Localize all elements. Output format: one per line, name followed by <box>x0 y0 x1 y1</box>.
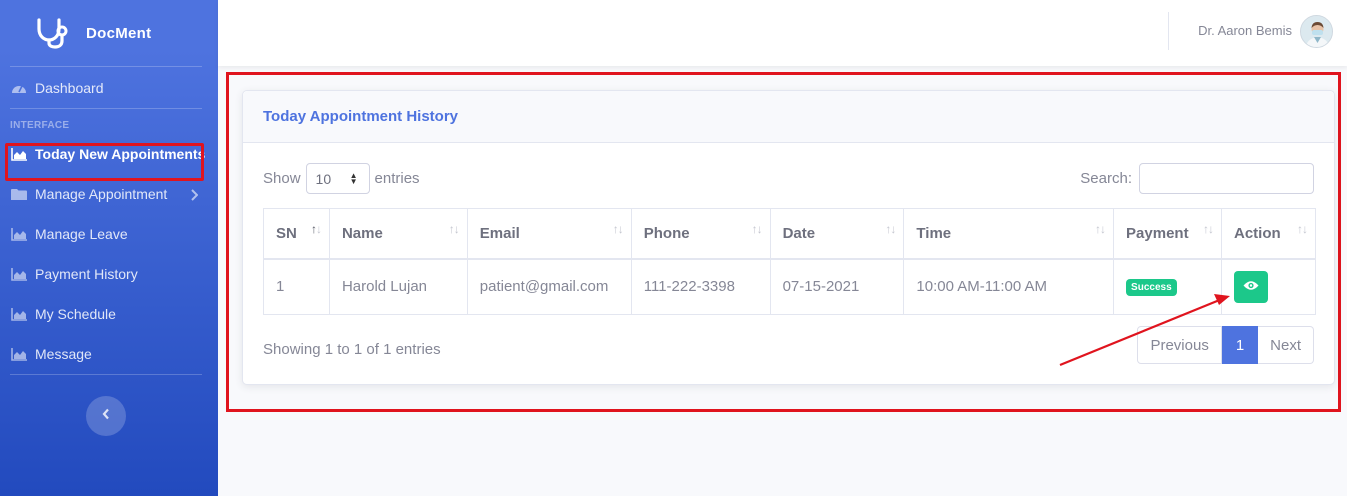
search-control: Search: <box>1080 163 1314 194</box>
column-header-email[interactable]: Email ↑↓ <box>466 208 632 260</box>
dashboard-icon <box>10 81 27 95</box>
sidebar-item-label: Message <box>35 346 92 362</box>
topbar: Dr. Aaron Bemis <box>218 0 1347 66</box>
cell-time: 10:00 AM-11:00 AM <box>903 258 1115 315</box>
cell-payment: Success <box>1113 258 1222 315</box>
appointments-table: SN ↑↓ Name ↑↓ Email ↑↓ Phone ↑↓ Date ↑↓ Time ↑… <box>263 208 1317 315</box>
select-caret-icon: ▲ ▼ <box>349 171 358 186</box>
sidebar-divider <box>10 374 202 375</box>
view-button[interactable] <box>1233 270 1268 303</box>
sidebar-item-message[interactable]: Message <box>0 334 218 374</box>
sidebar-item-my-schedule[interactable]: My Schedule <box>0 294 218 334</box>
page-length-control: Show 10 ▲ ▼ entries <box>263 163 420 194</box>
card-header: Today Appointment History <box>243 91 1334 143</box>
entries-label: entries <box>374 170 420 187</box>
page-length-select[interactable]: 10 ▲ ▼ <box>305 163 370 194</box>
sort-icon: ↑↓ <box>1095 222 1106 236</box>
sidebar-item-label: My Schedule <box>35 306 116 322</box>
page-1-button[interactable]: 1 <box>1221 326 1259 364</box>
column-header-time[interactable]: Time ↑↓ <box>903 208 1115 260</box>
sidebar-item-label: Dashboard <box>35 80 104 96</box>
next-page-button[interactable]: Next <box>1258 326 1314 364</box>
sidebar-item-dashboard[interactable]: Dashboard <box>0 68 218 108</box>
sidebar-item-label: Manage Appointment <box>35 186 168 202</box>
cell-email: patient@gmail.com <box>466 258 632 315</box>
chart-area-icon <box>10 347 27 361</box>
column-header-action[interactable]: Action ↑↓ <box>1220 208 1317 260</box>
topbar-divider <box>1168 12 1169 50</box>
sidebar-heading: INTERFACE <box>10 120 70 131</box>
brand-name: DocMent <box>86 24 152 42</box>
sidebar-item-label: Payment History <box>35 266 138 282</box>
sort-icon: ↑↓ <box>885 222 896 236</box>
search-input[interactable] <box>1139 163 1314 194</box>
cell-name: Harold Lujan <box>328 258 468 315</box>
column-header-phone[interactable]: Phone ↑↓ <box>630 208 771 260</box>
user-name[interactable]: Dr. Aaron Bemis <box>1198 23 1292 38</box>
table-header-row: SN ↑↓ Name ↑↓ Email ↑↓ Phone ↑↓ Date ↑↓ Time ↑… <box>263 208 1317 260</box>
column-header-name[interactable]: Name ↑↓ <box>328 208 468 260</box>
sidebar-toggle-button[interactable] <box>86 396 126 436</box>
pagination: Previous 1 Next <box>1137 326 1314 364</box>
sidebar-item-manage-leave[interactable]: Manage Leave <box>0 214 218 254</box>
highlight-box-active-item <box>5 143 204 181</box>
sort-icon: ↑↓ <box>612 222 624 236</box>
chart-area-icon <box>10 307 27 321</box>
appointment-history-card: Today Appointment History Show 10 ▲ ▼ ent… <box>242 90 1335 385</box>
previous-page-button[interactable]: Previous <box>1137 326 1222 364</box>
chevron-right-icon <box>190 188 199 204</box>
sidebar-divider <box>10 66 202 67</box>
table-row: 1 Harold Lujan patient@gmail.com 111-222… <box>263 258 1317 315</box>
brand[interactable]: DocMent <box>0 0 218 66</box>
eye-icon <box>1243 278 1259 295</box>
search-label: Search: <box>1080 170 1132 187</box>
status-badge: Success <box>1126 279 1177 297</box>
sidebar-item-label: Manage Leave <box>35 226 128 242</box>
column-header-payment[interactable]: Payment ↑↓ <box>1113 208 1222 260</box>
column-header-date[interactable]: Date ↑↓ <box>769 208 905 260</box>
cell-date: 07-15-2021 <box>769 258 905 315</box>
sort-icon: ↑↓ <box>751 222 763 236</box>
sort-icon: ↑↓ <box>1297 222 1308 236</box>
chart-area-icon <box>10 267 27 281</box>
chevron-left-icon <box>102 407 110 425</box>
cell-sn: 1 <box>263 258 330 315</box>
sidebar: DocMent Dashboard INTERFACE Today New Ap… <box>0 0 218 496</box>
sort-icon: ↑↓ <box>1202 222 1214 236</box>
column-header-sn[interactable]: SN ↑↓ <box>263 208 330 260</box>
sidebar-item-payment-history[interactable]: Payment History <box>0 254 218 294</box>
cell-phone: 111-222-3398 <box>630 258 771 315</box>
show-label: Show <box>263 170 301 187</box>
sort-icon: ↑↓ <box>310 222 322 236</box>
chart-area-icon <box>10 227 27 241</box>
cell-action <box>1220 258 1317 315</box>
avatar[interactable] <box>1300 15 1333 48</box>
folder-icon <box>10 187 27 201</box>
page-length-value: 10 <box>315 170 332 187</box>
stethoscope-icon <box>34 15 70 51</box>
sort-icon: ↑↓ <box>448 222 460 236</box>
card-title: Today Appointment History <box>263 108 458 125</box>
table-info: Showing 1 to 1 of 1 entries <box>263 341 441 358</box>
